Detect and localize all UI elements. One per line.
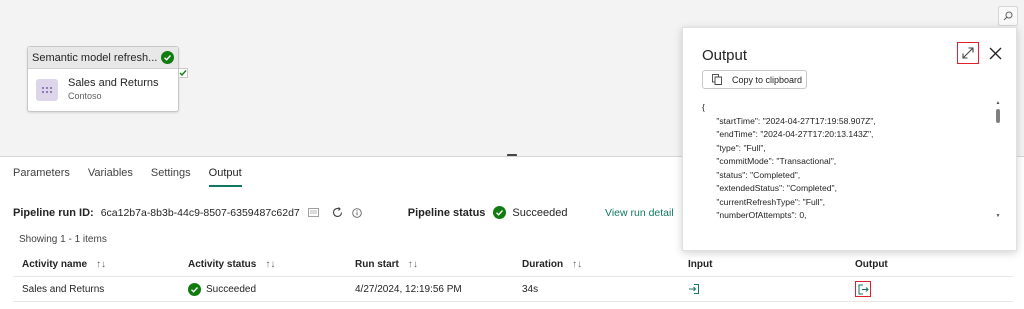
sort-icon[interactable]: ↑↓	[96, 259, 106, 270]
status-success-icon	[493, 206, 507, 219]
tab-bar: Parameters Variables Settings Output	[13, 167, 260, 187]
info-icon	[352, 207, 362, 218]
tab-settings[interactable]: Settings	[151, 167, 191, 187]
dialog-title: Output	[702, 47, 748, 64]
info-button[interactable]	[352, 207, 362, 218]
activity-runs-table: Activity name ↑↓ Activity status ↑↓ Run st…	[13, 252, 1013, 302]
cell-activity-status: Succeeded	[179, 282, 346, 296]
cell-run-start: 4/27/2024, 12:19:56 PM	[355, 283, 462, 295]
input-button[interactable]	[688, 283, 700, 295]
close-button[interactable]	[986, 44, 1004, 62]
success-check-icon	[188, 282, 201, 296]
header-activity-status[interactable]: Activity status ↑↓	[179, 259, 346, 270]
run-id-value: 6ca12b7a-8b3b-44c9-8507-6359487c62d7	[100, 206, 300, 219]
header-activity-name[interactable]: Activity name ↑↓	[13, 259, 179, 270]
cell-duration: 34s	[522, 283, 539, 295]
on-success-connector[interactable]	[178, 68, 188, 78]
search-button[interactable]	[998, 6, 1018, 26]
scrollbar-thumb[interactable]	[996, 109, 1000, 123]
refresh-button[interactable]	[331, 206, 344, 219]
copy-icon	[307, 208, 319, 217]
refresh-icon	[332, 207, 342, 218]
copy-button-label: Copy to clipboard	[732, 74, 803, 85]
table-row[interactable]: Sales and Returns Succeeded 4/27/2024, 1…	[13, 277, 1013, 302]
activity-node-subtitle: Contoso	[68, 91, 102, 101]
output-icon	[858, 284, 869, 294]
view-run-detail-link[interactable]: View run detail	[605, 207, 674, 219]
tab-parameters[interactable]: Parameters	[13, 167, 70, 187]
expand-icon	[962, 47, 974, 59]
copy-icon	[712, 74, 722, 85]
header-input: Input	[688, 258, 713, 270]
sort-icon[interactable]: ↑↓	[572, 259, 582, 270]
output-button[interactable]	[855, 281, 871, 297]
output-dialog: Output Copy to clipboard { "startTime": …	[682, 27, 1017, 251]
search-icon	[1003, 11, 1013, 21]
activity-node[interactable]: Semantic model refresh... Sales and Retu…	[27, 46, 179, 112]
expand-button[interactable]	[957, 42, 979, 64]
pipeline-status-label: Pipeline status	[407, 206, 486, 219]
item-count: Showing 1 - 1 items	[19, 234, 107, 245]
close-icon	[989, 47, 1001, 59]
scroll-up-icon[interactable]: ▲	[995, 101, 1001, 106]
copy-id-button[interactable]	[307, 208, 319, 217]
run-id-label: Pipeline run ID:	[13, 206, 94, 219]
scroll-down-icon[interactable]: ▼	[995, 214, 1001, 219]
cell-output	[846, 281, 1013, 297]
sort-icon[interactable]: ↑↓	[408, 259, 418, 270]
activity-node-type: Semantic model refresh...	[32, 51, 158, 64]
sort-icon[interactable]: ↑↓	[265, 259, 275, 270]
semantic-model-icon	[36, 79, 58, 101]
cell-activity-name: Sales and Returns	[22, 283, 105, 295]
activity-node-header: Semantic model refresh...	[28, 47, 178, 69]
header-run-start[interactable]: Run start ↑↓	[346, 259, 513, 270]
scrollbar[interactable]: ▲ ▼	[995, 101, 1001, 219]
cell-input	[679, 283, 846, 295]
tab-output[interactable]: Output	[208, 167, 242, 187]
tab-variables[interactable]: Variables	[88, 167, 133, 187]
pipeline-status-value: Succeeded	[512, 206, 568, 219]
status-text: Succeeded	[206, 283, 257, 295]
activity-node-title: Sales and Returns	[68, 77, 159, 89]
header-output: Output	[855, 258, 888, 270]
checkmark-icon	[179, 70, 187, 77]
header-duration[interactable]: Duration ↑↓	[513, 259, 679, 270]
copy-to-clipboard-button[interactable]: Copy to clipboard	[702, 70, 807, 89]
run-info: Pipeline run ID: 6ca12b7a-8b3b-44c9-8507…	[13, 206, 567, 219]
success-check-icon	[161, 51, 174, 64]
table-header: Activity name ↑↓ Activity status ↑↓ Run st…	[13, 252, 1013, 277]
output-json[interactable]: { "startTime": "2024-04-27T17:19:58.907Z…	[702, 101, 992, 219]
input-icon	[689, 284, 699, 294]
